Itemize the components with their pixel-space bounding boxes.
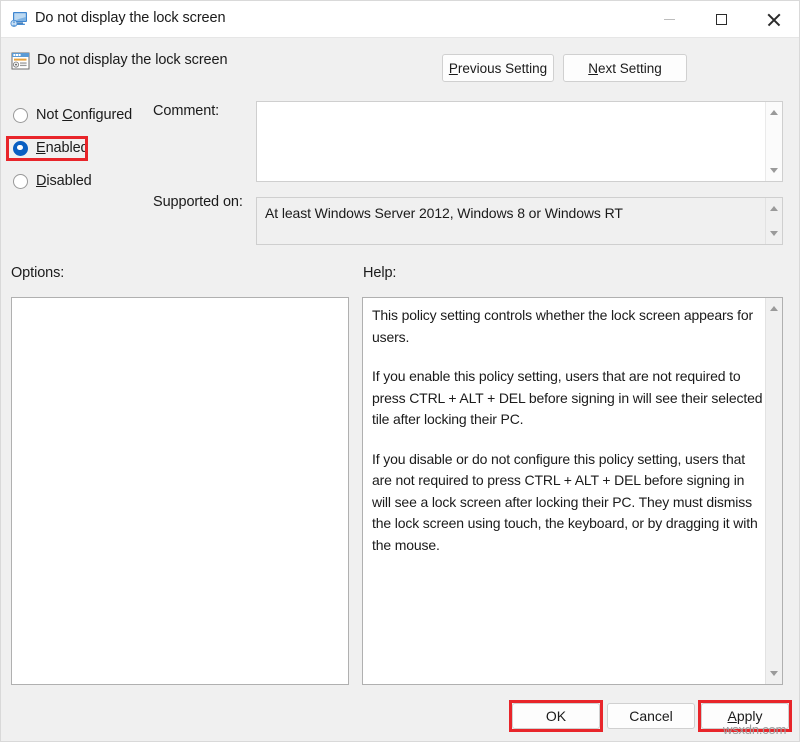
cancel-button[interactable]: Cancel: [607, 703, 695, 729]
scroll-up-icon[interactable]: [770, 110, 778, 115]
help-paragraph: If you enable this policy setting, users…: [372, 368, 763, 427]
previous-setting-button[interactable]: Previous Setting: [442, 54, 554, 82]
comment-scrollbar[interactable]: [765, 102, 782, 181]
options-panel[interactable]: [11, 297, 349, 685]
radio-enabled-mark: [13, 140, 28, 156]
help-paragraph: This policy setting controls whether the…: [372, 307, 754, 345]
previous-setting-label: revious Setting: [457, 60, 548, 76]
maximize-button[interactable]: [698, 1, 744, 37]
help-label: Help:: [363, 265, 397, 281]
close-button[interactable]: [750, 1, 796, 37]
next-setting-accel: N: [588, 60, 598, 76]
radio-enabled-label: Enabled: [36, 140, 89, 156]
radio-disabled-label: Disabled: [36, 173, 92, 189]
supported-on-scrollbar[interactable]: [765, 198, 782, 244]
supported-on-label: Supported on:: [153, 194, 243, 210]
previous-setting-accel: P: [448, 60, 458, 76]
policy-name: Do not display the lock screen: [37, 52, 228, 68]
window-title: Do not display the lock screen: [35, 10, 226, 26]
comment-label: Comment:: [153, 103, 220, 119]
minimize-icon: [663, 18, 675, 20]
radio-not-configured-label: Not Configured: [36, 107, 133, 123]
comment-input[interactable]: [256, 101, 783, 182]
radio-enabled[interactable]: Enabled: [13, 140, 89, 156]
maximize-icon: [715, 13, 727, 25]
options-label: Options:: [11, 265, 65, 281]
scroll-up-icon[interactable]: [770, 306, 778, 311]
ok-button[interactable]: OK: [512, 703, 600, 729]
close-icon: [767, 13, 780, 26]
next-setting-button[interactable]: Next Setting: [563, 54, 687, 82]
help-text: This policy setting controls whether the…: [372, 305, 763, 556]
radio-not-configured[interactable]: Not Configured: [13, 107, 132, 123]
watermark: wsxdn.com: [723, 722, 787, 737]
monitor-icon: [10, 12, 27, 27]
title-bar: Do not display the lock screen: [1, 1, 799, 38]
help-panel: This policy setting controls whether the…: [362, 297, 783, 685]
supported-on-field: At least Windows Server 2012, Windows 8 …: [256, 197, 783, 245]
minimize-button[interactable]: [646, 1, 692, 37]
scroll-up-icon[interactable]: [770, 206, 778, 211]
radio-not-configured-mark: [13, 107, 28, 123]
scroll-down-icon[interactable]: [770, 671, 778, 676]
scroll-down-icon[interactable]: [770, 168, 778, 173]
help-scrollbar[interactable]: [765, 298, 782, 684]
next-setting-label: ext Setting: [597, 60, 662, 76]
group-policy-setting-dialog: Do not display the lock screen Do not di…: [0, 0, 800, 742]
policy-setting-icon: [11, 52, 30, 70]
radio-disabled-mark: [13, 173, 28, 189]
radio-disabled[interactable]: Disabled: [13, 173, 92, 189]
help-paragraph: If you disable or do not configure this …: [372, 450, 758, 553]
supported-on-value: At least Windows Server 2012, Windows 8 …: [265, 205, 623, 221]
scroll-down-icon[interactable]: [770, 231, 778, 236]
